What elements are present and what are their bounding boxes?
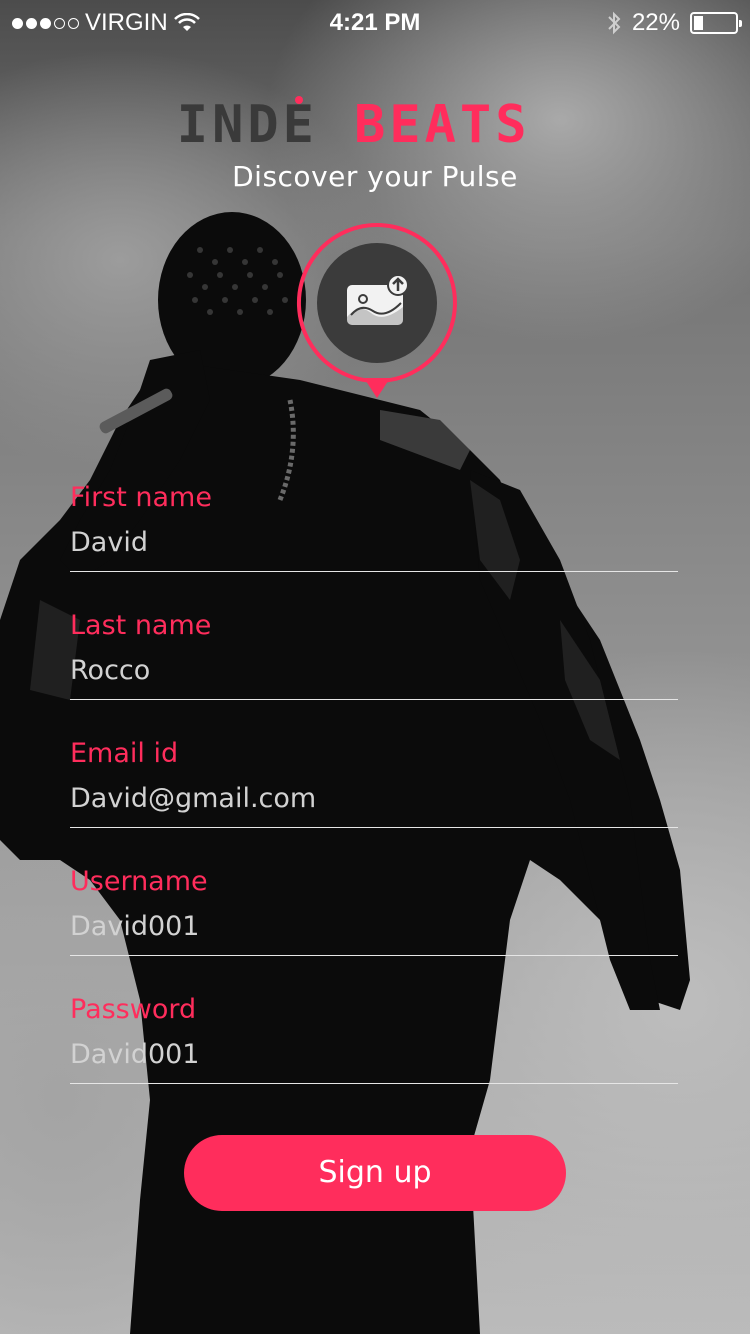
last-name-field: Last name Rocco xyxy=(70,606,678,734)
tagline: Discover your Pulse xyxy=(232,160,518,193)
first-name-field: First name David xyxy=(70,478,678,606)
upload-image-icon xyxy=(347,274,409,325)
profile-photo-upload[interactable] xyxy=(296,222,458,404)
password-field: Password David001 xyxy=(70,990,678,1118)
signup-form: First name David Last name Rocco Email i… xyxy=(70,478,678,1118)
app-logo: INDE BEATS xyxy=(0,95,750,155)
battery-group: 22% xyxy=(606,9,742,37)
logo-text-left: INDE xyxy=(177,96,318,152)
password-input[interactable]: David001 xyxy=(70,1030,678,1084)
avatar-placeholder xyxy=(317,243,437,363)
bluetooth-icon xyxy=(608,11,621,35)
password-label: Password xyxy=(70,994,197,1025)
logo-text-right: BEATS xyxy=(354,96,531,152)
battery-percentage: 22% xyxy=(631,9,680,36)
username-label: Username xyxy=(70,866,208,897)
sign-up-button[interactable]: Sign up xyxy=(184,1135,566,1211)
username-field: Username David001 xyxy=(70,862,678,990)
last-name-input[interactable]: Rocco xyxy=(70,646,678,700)
username-input[interactable]: David001 xyxy=(70,902,678,956)
status-bar: VIRGIN 4:21 PM 22% xyxy=(0,0,750,46)
email-field: Email id David@gmail.com xyxy=(70,734,678,862)
first-name-label: First name xyxy=(70,482,212,513)
first-name-input[interactable]: David xyxy=(70,518,678,572)
email-label: Email id xyxy=(70,738,179,769)
logo-dot xyxy=(295,96,303,104)
last-name-label: Last name xyxy=(70,610,212,641)
battery-icon xyxy=(690,12,742,34)
email-input[interactable]: David@gmail.com xyxy=(70,774,678,828)
